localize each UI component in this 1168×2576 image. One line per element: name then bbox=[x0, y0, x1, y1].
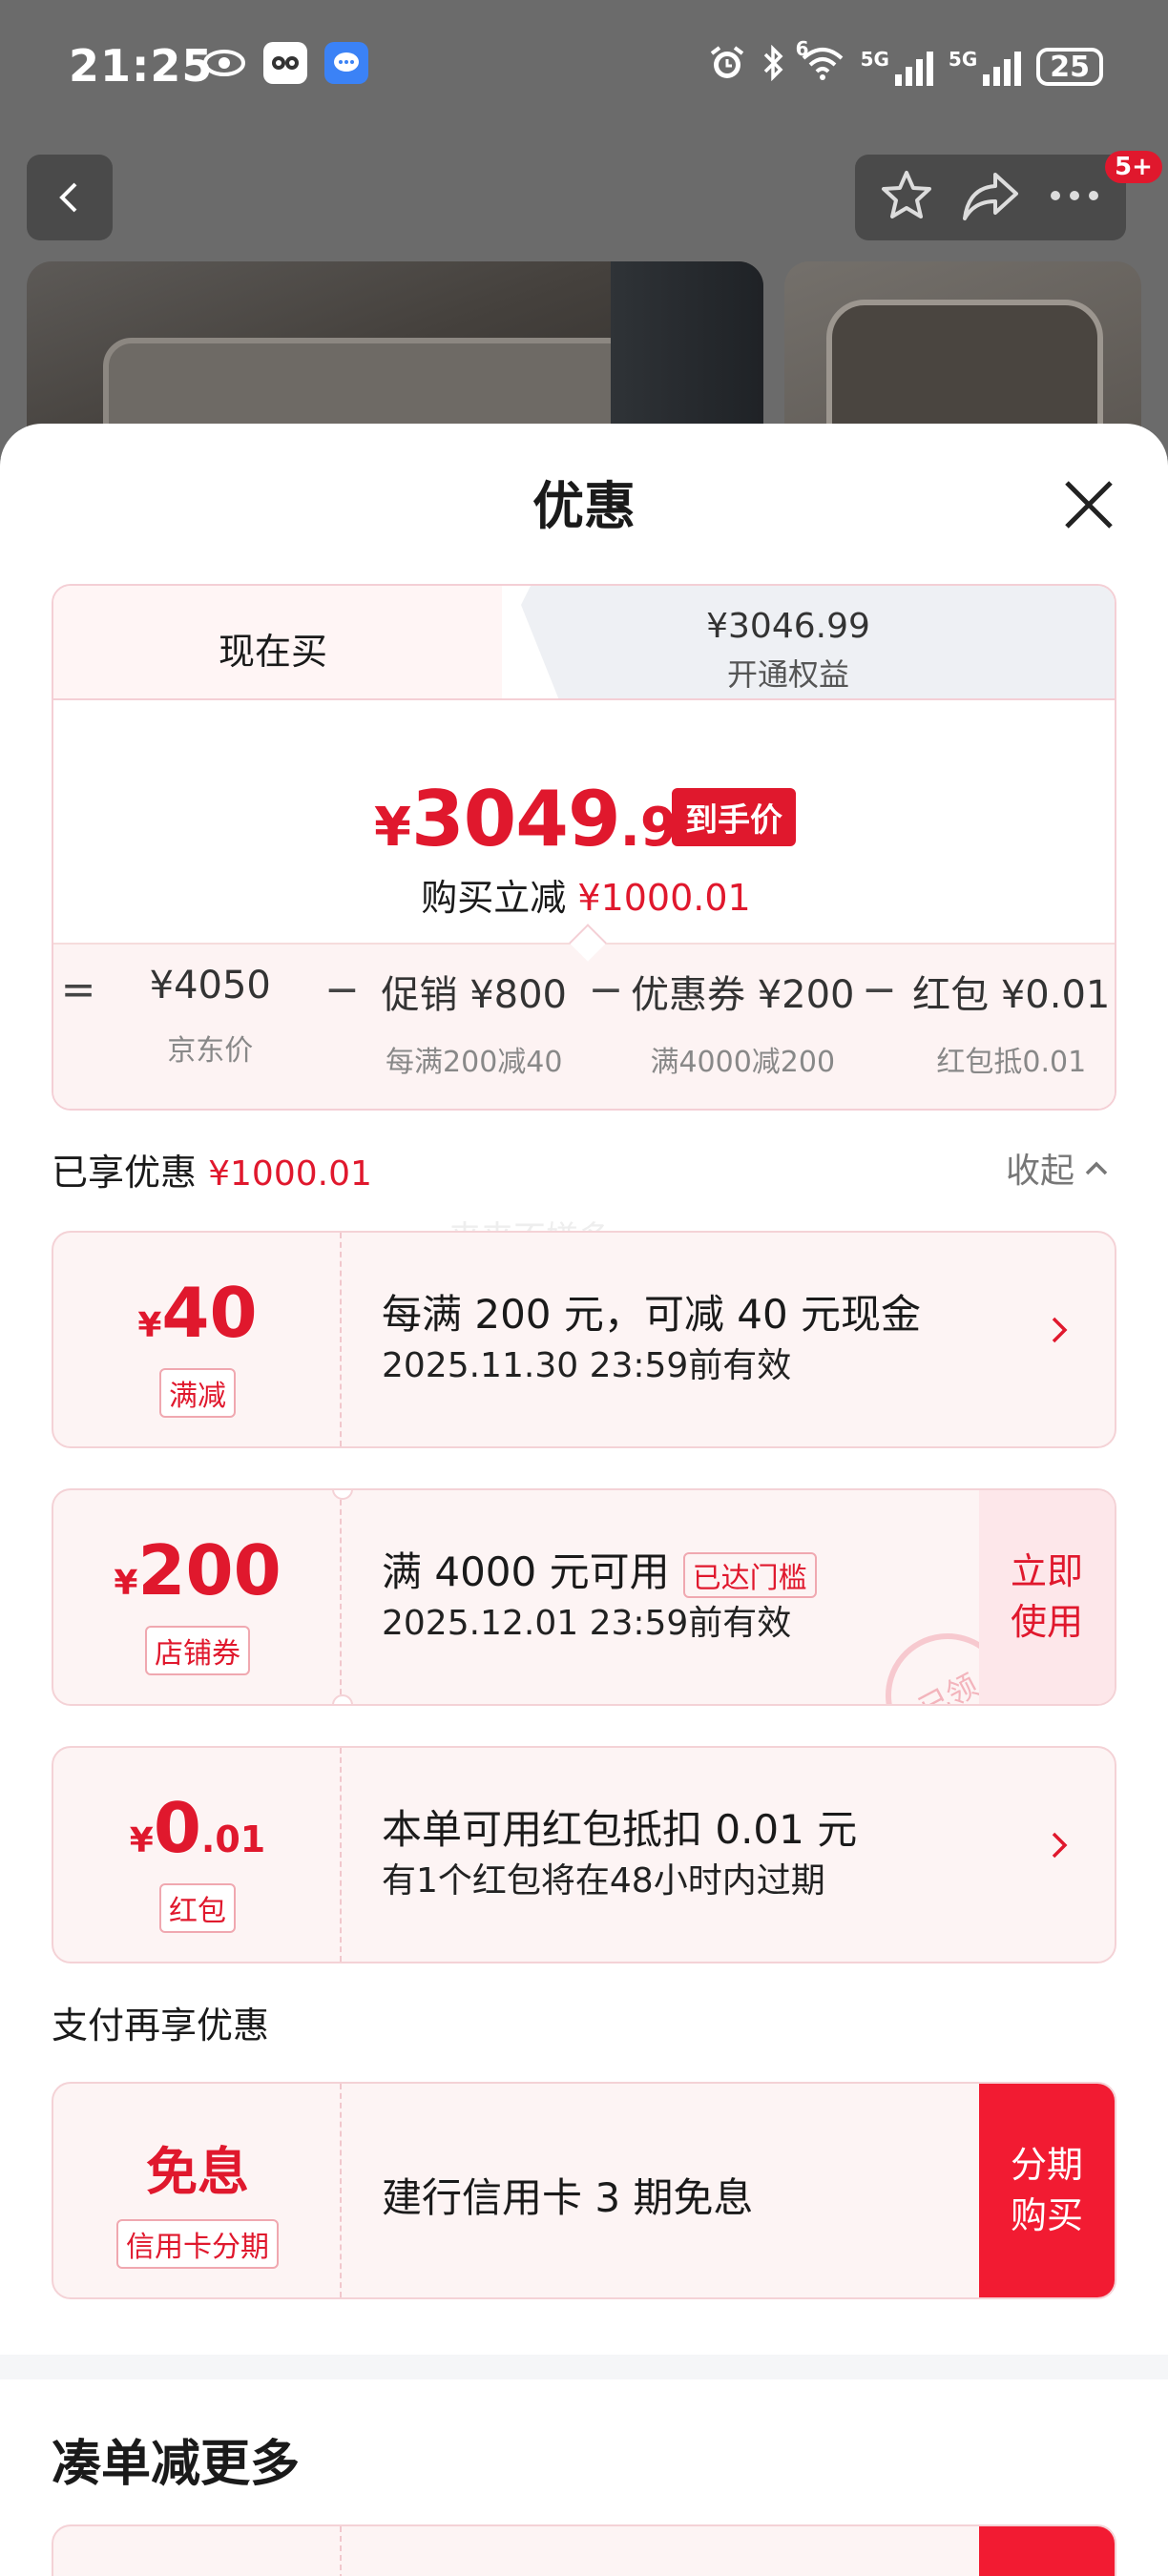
use-now-button[interactable]: 立即使用 bbox=[979, 1490, 1115, 1704]
status-time: 21:25 bbox=[69, 40, 214, 92]
close-icon bbox=[1065, 481, 1113, 529]
chevron-right-icon[interactable] bbox=[1040, 1826, 1078, 1864]
enjoyed-discount-summary: 已享优惠 ¥1000.01 bbox=[52, 1152, 372, 1194]
price-breakdown: = ¥4050 京东价 − 促销 ¥800 每满200减40 − 优惠券 ¥20… bbox=[53, 964, 1115, 1080]
signal-icon-1: 5G bbox=[861, 48, 933, 86]
favorite-button[interactable] bbox=[878, 167, 935, 228]
sheet-title: 优惠 bbox=[532, 476, 636, 536]
section-separator bbox=[0, 2355, 1168, 2379]
coupon-amount: ¥200 bbox=[114, 1530, 282, 1610]
share-icon bbox=[962, 173, 1018, 220]
share-button[interactable] bbox=[961, 169, 1020, 226]
breakdown-item-promotion: 促销 ¥800 每满200减40 bbox=[381, 973, 567, 1079]
coupon-card-store[interactable]: ¥200 店铺券 满 4000 元可用 已达门槛 2025.12.01 23:59… bbox=[52, 1488, 1116, 1706]
more-button[interactable] bbox=[1046, 186, 1103, 209]
reduce-line: 购买立减 ¥1000.01 bbox=[421, 877, 751, 919]
coupon-type-badge: 满减 bbox=[159, 1368, 236, 1418]
installment-type-badge: 信用卡分期 bbox=[116, 2219, 279, 2269]
tab-membership-price: ¥3046.99 bbox=[706, 607, 870, 646]
coupon-validity: 2025.11.30 23:59前有效 bbox=[382, 1346, 792, 1385]
battery-indicator: 25 bbox=[1036, 48, 1103, 86]
coupon-amount: ¥0.01 bbox=[129, 1788, 266, 1868]
coupon-type-badge: 红包 bbox=[159, 1883, 236, 1933]
coupon-amount: ¥40 bbox=[137, 1273, 258, 1353]
tab-buy-now-label: 现在买 bbox=[218, 631, 327, 673]
installment-description: 建行信用卡 3 期免息 bbox=[382, 2174, 754, 2221]
star-icon bbox=[881, 171, 931, 218]
discount-sheet: 优惠 现在买 ¥3046.99 开通权益 ¥ 3049 .99 到手价 购买立减… bbox=[0, 424, 1168, 2576]
eye-icon bbox=[202, 42, 246, 84]
final-price-tag: 到手价 bbox=[672, 788, 796, 846]
threshold-reached-tag: 已达门槛 bbox=[682, 1551, 817, 1598]
chevron-left-icon bbox=[59, 182, 77, 213]
back-button[interactable] bbox=[27, 155, 113, 240]
installment-card[interactable]: 免息 信用卡分期 建行信用卡 3 期免息 分期购买 bbox=[52, 2082, 1116, 2299]
interest-free-label: 免息 bbox=[146, 2142, 249, 2202]
bluetooth-icon bbox=[761, 44, 784, 89]
coupon-card-full-reduction[interactable]: ¥40 满减 每满 200 元，可减 40 元现金 2025.11.30 23:… bbox=[52, 1231, 1116, 1448]
more-dots-icon bbox=[1051, 191, 1099, 200]
chevron-up-icon bbox=[1085, 1161, 1108, 1175]
alarm-icon bbox=[708, 44, 746, 90]
coupon-validity: 有1个红包将在48小时内过期 bbox=[382, 1861, 825, 1901]
more-deals-title: 凑单减更多 bbox=[52, 2436, 301, 2493]
close-button[interactable] bbox=[1059, 475, 1118, 534]
chevron-right-icon[interactable] bbox=[1040, 1311, 1078, 1349]
notification-badge: 5+ bbox=[1105, 151, 1162, 183]
coupon-description: 每满 200 元，可减 40 元现金 bbox=[382, 1291, 922, 1338]
coupon-validity: 2025.12.01 23:59前有效 bbox=[382, 1604, 792, 1643]
breakdown-item-list-price: ¥4050 京东价 bbox=[149, 964, 271, 1068]
installment-buy-button[interactable]: 分期购买 bbox=[979, 2084, 1115, 2297]
coupon-description: 本单可用红包抵扣 0.01 元 bbox=[382, 1806, 858, 1853]
tab-membership-label: 开通权益 bbox=[726, 656, 849, 693]
coupon-description: 满 4000 元可用 已达门槛 bbox=[382, 1540, 817, 1598]
price-summary-card: 现在买 ¥3046.99 开通权益 ¥ 3049 .99 到手价 购买立减 ¥1… bbox=[52, 584, 1116, 1111]
app-icon bbox=[263, 42, 307, 84]
final-price: ¥ 3049 .99 bbox=[374, 775, 715, 863]
wifi-icon: 6 bbox=[796, 37, 845, 89]
more-deals-card[interactable] bbox=[52, 2524, 1116, 2576]
status-bar: 21:25 6 5G 5G 25 bbox=[0, 0, 1168, 134]
nav-actions bbox=[855, 155, 1126, 240]
coupon-card-red-packet[interactable]: ¥0.01 红包 本单可用红包抵扣 0.01 元 有1个红包将在48小时内过期 bbox=[52, 1746, 1116, 1963]
coupon-type-badge: 店铺券 bbox=[145, 1626, 250, 1675]
breakdown-item-red-packet: 红包 ¥0.01 红包抵0.01 bbox=[912, 973, 1111, 1079]
signal-icon-2: 5G bbox=[949, 48, 1022, 86]
collapse-button[interactable]: 收起 bbox=[1006, 1143, 1109, 1193]
breakdown-item-coupon: 优惠券 ¥200 满4000减200 bbox=[631, 973, 855, 1079]
background-page: 21:25 6 5G 5G 25 5+ bbox=[0, 0, 1168, 471]
message-app-icon bbox=[324, 42, 368, 84]
payment-section-title: 支付再享优惠 bbox=[52, 2005, 270, 2046]
